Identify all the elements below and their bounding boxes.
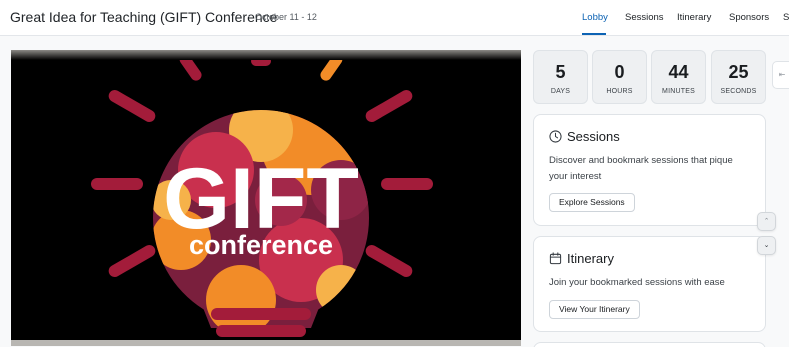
sessions-card-title: Sessions <box>567 129 620 144</box>
top-bar: Great Idea for Teaching (GIFT) Conferenc… <box>0 0 789 36</box>
nav-more[interactable]: S <box>783 12 789 23</box>
countdown-days: 5 DAYS <box>533 50 588 104</box>
nav-sponsors[interactable]: Sponsors <box>729 12 769 23</box>
scroll-down-button[interactable]: ⌄ <box>757 236 776 255</box>
countdown-hours-value: 0 <box>614 62 625 82</box>
nav-lobby[interactable]: Lobby <box>582 12 608 23</box>
event-title: Great Idea for Teaching (GIFT) Conferenc… <box>10 9 278 25</box>
view-itinerary-button[interactable]: View Your Itinerary <box>549 300 640 319</box>
itinerary-card: Itinerary Join your bookmarked sessions … <box>533 236 766 332</box>
hero-bottom-shade <box>11 340 521 346</box>
countdown-hours: 0 HOURS <box>592 50 647 104</box>
sessions-card-header: Sessions <box>549 129 620 144</box>
countdown-hours-unit: HOURS <box>606 88 633 95</box>
countdown-minutes-value: 44 <box>668 62 689 82</box>
itinerary-card-description: Join your bookmarked sessions with ease <box>549 277 725 288</box>
sessions-card: Sessions Discover and bookmark sessions … <box>533 114 766 226</box>
hero-top-shade <box>11 50 521 60</box>
gift-logo: GIFT conference <box>91 54 433 346</box>
countdown-days-value: 5 <box>555 62 566 82</box>
clock-icon <box>549 130 562 143</box>
chevron-up-icon: ⌃ <box>763 218 770 225</box>
countdown-minutes: 44 MINUTES <box>651 50 706 104</box>
next-card <box>533 342 766 347</box>
nav-sessions[interactable]: Sessions <box>625 12 664 23</box>
calendar-icon <box>549 252 562 265</box>
chevron-down-icon: ⌄ <box>763 242 770 249</box>
title-separator: · <box>247 11 250 21</box>
logo-subword: conference <box>189 230 333 260</box>
collapse-arrow-icon: ⇤ <box>778 70 786 79</box>
scroll-up-button[interactable]: ⌃ <box>757 212 776 231</box>
itinerary-card-header: Itinerary <box>549 251 614 266</box>
hero-banner: GIFT conference <box>11 50 521 346</box>
nav-active-indicator <box>582 33 606 35</box>
countdown-seconds-value: 25 <box>728 62 749 82</box>
countdown-minutes-unit: MINUTES <box>662 88 695 95</box>
countdown-seconds-unit: SECONDS <box>720 88 757 95</box>
countdown-days-unit: DAYS <box>550 88 571 95</box>
explore-sessions-button[interactable]: Explore Sessions <box>549 193 635 212</box>
event-date: October 11 - 12 <box>255 12 317 22</box>
sessions-card-description: Discover and bookmark sessions that piqu… <box>549 155 733 182</box>
nav-itinerary[interactable]: Itinerary <box>677 12 711 23</box>
itinerary-card-title: Itinerary <box>567 251 614 266</box>
sidebar-toggle-button[interactable]: ⇤ <box>772 61 789 89</box>
countdown-seconds: 25 SECONDS <box>711 50 766 104</box>
